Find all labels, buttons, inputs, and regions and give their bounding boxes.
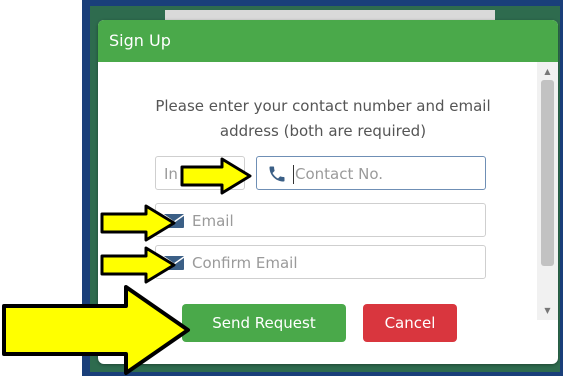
scroll-up-arrow-icon[interactable]: ▲ — [537, 65, 558, 79]
contact-number-placeholder: Contact No. — [295, 165, 384, 183]
arrow-icon — [2, 285, 190, 375]
email-input[interactable]: Email — [155, 203, 486, 237]
cancel-button[interactable]: Cancel — [363, 304, 457, 342]
confirm-email-placeholder: Confirm Email — [192, 254, 298, 272]
scrollbar-thumb[interactable] — [541, 80, 554, 266]
modal-header: Sign Up — [98, 20, 558, 62]
send-request-button[interactable]: Send Request — [182, 304, 346, 342]
phone-icon — [269, 166, 285, 182]
email-placeholder: Email — [192, 212, 234, 230]
modal-title: Sign Up — [109, 31, 171, 50]
country-code-value: In — [164, 165, 178, 183]
text-cursor — [293, 165, 294, 184]
modal-scrollbar[interactable]: ▲ ▼ — [537, 62, 558, 320]
arrow-icon — [100, 204, 176, 242]
instructions-text: Please enter your contact number and ema… — [155, 97, 491, 140]
scroll-down-arrow-icon[interactable]: ▼ — [537, 304, 558, 318]
confirm-email-input[interactable]: Confirm Email — [155, 245, 486, 279]
contact-number-input[interactable]: Contact No. — [256, 156, 486, 190]
arrow-icon — [100, 246, 176, 284]
arrow-icon — [180, 157, 252, 195]
